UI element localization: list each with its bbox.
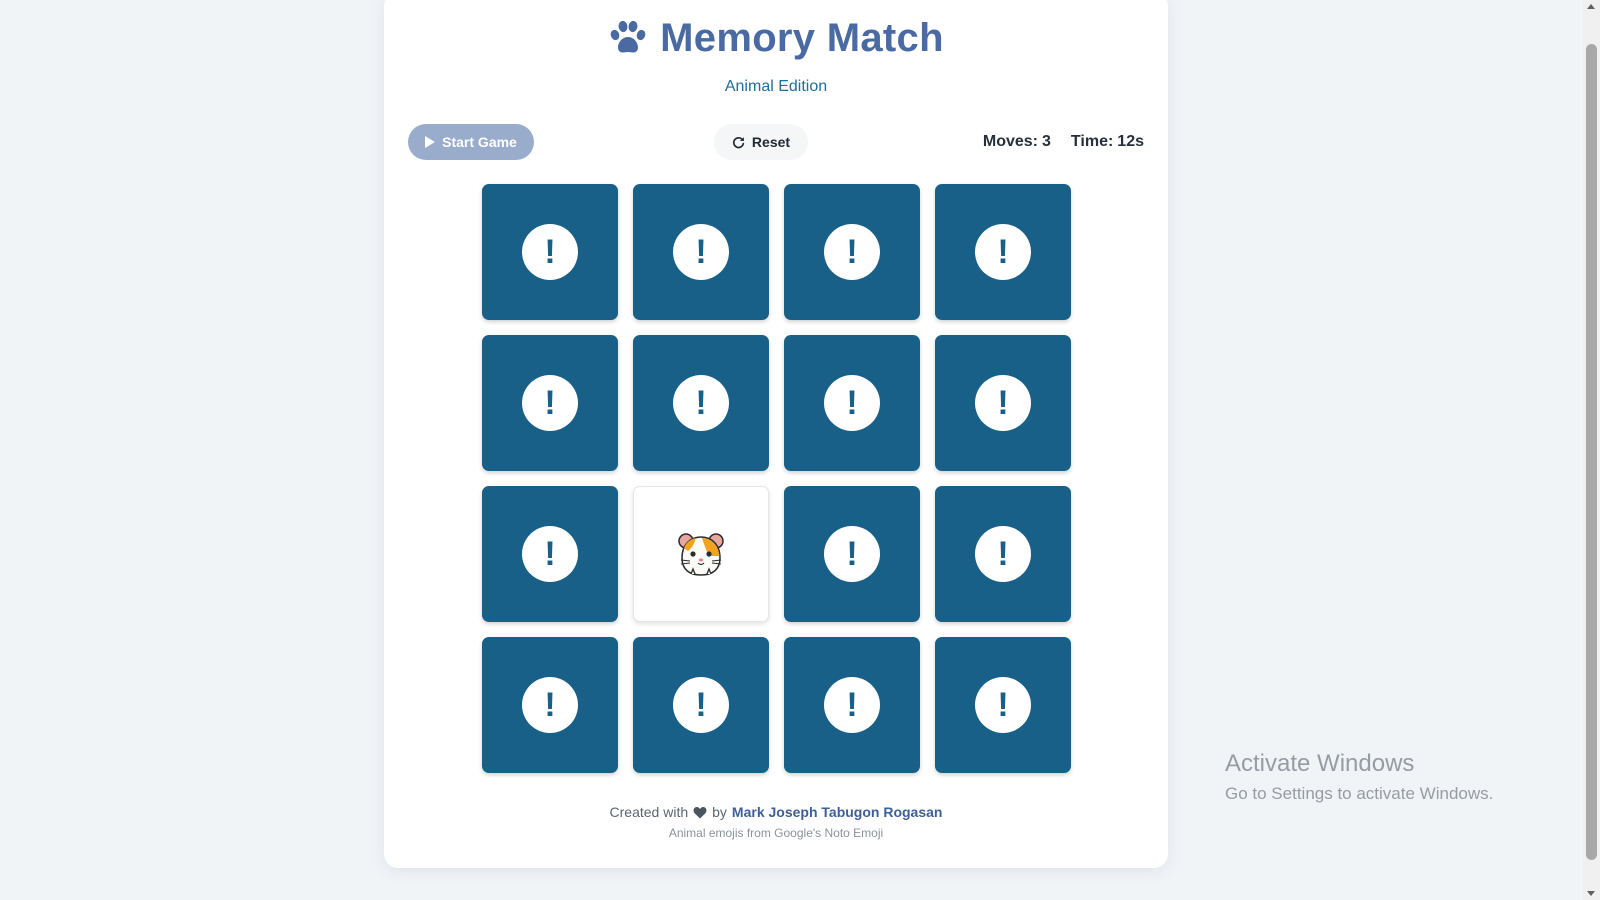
memory-card[interactable]: ! <box>784 184 920 320</box>
scroll-up-arrow-icon[interactable] <box>1587 4 1595 9</box>
exclamation-icon: ! <box>824 677 880 733</box>
memory-card[interactable]: ! <box>633 335 769 471</box>
memory-card[interactable]: ! <box>784 335 920 471</box>
memory-card[interactable]: ! <box>784 637 920 773</box>
subtitle: Animal Edition <box>724 78 828 95</box>
page-title: Memory Match <box>384 14 1168 62</box>
memory-card-flipped[interactable] <box>633 486 769 622</box>
hamster-icon <box>678 533 724 576</box>
play-icon <box>425 136 436 148</box>
start-game-label: Start Game <box>442 134 517 150</box>
watermark-subtitle: Go to Settings to activate Windows. <box>1225 784 1494 803</box>
windows-activation-watermark: Activate Windows Go to Settings to activ… <box>1225 750 1493 804</box>
footer-credit: Created with by Mark Joseph Tabugon Roga… <box>384 804 1168 820</box>
exclamation-icon: ! <box>975 375 1031 431</box>
stats-panel: Moves: 3 Time: 12s <box>983 124 1144 160</box>
exclamation-icon: ! <box>522 375 578 431</box>
memory-card[interactable]: ! <box>784 486 920 622</box>
time-label: Time: <box>1070 133 1114 150</box>
emoji-credits: Animal emojis from Google's Noto Emoji <box>668 826 884 840</box>
exclamation-icon: ! <box>975 526 1031 582</box>
by-text: by <box>712 804 727 820</box>
exclamation-icon: ! <box>975 224 1031 280</box>
scroll-down-arrow-icon[interactable] <box>1587 891 1595 896</box>
reset-button[interactable]: Reset <box>714 124 808 160</box>
time-value: 12s <box>1117 133 1144 150</box>
exclamation-icon: ! <box>673 677 729 733</box>
memory-card[interactable]: ! <box>633 184 769 320</box>
exclamation-icon: ! <box>522 526 578 582</box>
memory-card[interactable]: ! <box>482 335 618 471</box>
memory-card[interactable]: ! <box>935 184 1071 320</box>
paw-icon <box>610 20 646 53</box>
timer: Time: 12s <box>1071 133 1144 151</box>
exclamation-icon: ! <box>824 526 880 582</box>
start-game-button[interactable]: Start Game <box>408 124 534 160</box>
title-text: Memory Match <box>660 15 944 60</box>
exclamation-icon: ! <box>673 375 729 431</box>
game-container: Memory Match Animal Edition Start Game R… <box>384 0 1168 868</box>
moves-label: Moves: <box>982 133 1038 150</box>
exclamation-icon: ! <box>673 224 729 280</box>
exclamation-icon: ! <box>824 224 880 280</box>
created-with-text: Created with <box>609 804 689 820</box>
game-board: !!!!!!!!! !!!!!! <box>482 184 1071 773</box>
memory-card[interactable]: ! <box>633 637 769 773</box>
exclamation-icon: ! <box>975 677 1031 733</box>
memory-card[interactable]: ! <box>935 335 1071 471</box>
page: Memory Match Animal Edition Start Game R… <box>0 0 1600 900</box>
memory-card[interactable]: ! <box>935 486 1071 622</box>
author-link[interactable]: Mark Joseph Tabugon Rogasan <box>732 804 943 820</box>
exclamation-icon: ! <box>824 375 880 431</box>
moves-counter: Moves: 3 <box>983 133 1051 151</box>
vertical-scrollbar[interactable] <box>1583 0 1600 900</box>
moves-value: 3 <box>1042 133 1051 150</box>
exclamation-icon: ! <box>522 677 578 733</box>
reset-label: Reset <box>751 134 791 150</box>
refresh-icon <box>732 136 745 148</box>
memory-card[interactable]: ! <box>482 184 618 320</box>
memory-card[interactable]: ! <box>482 637 618 773</box>
memory-card[interactable]: ! <box>482 486 618 622</box>
heart-icon <box>693 806 707 818</box>
memory-card[interactable]: ! <box>935 637 1071 773</box>
watermark-title: Activate Windows <box>1225 750 1415 777</box>
exclamation-icon: ! <box>522 224 578 280</box>
scrollbar-thumb[interactable] <box>1586 44 1597 860</box>
